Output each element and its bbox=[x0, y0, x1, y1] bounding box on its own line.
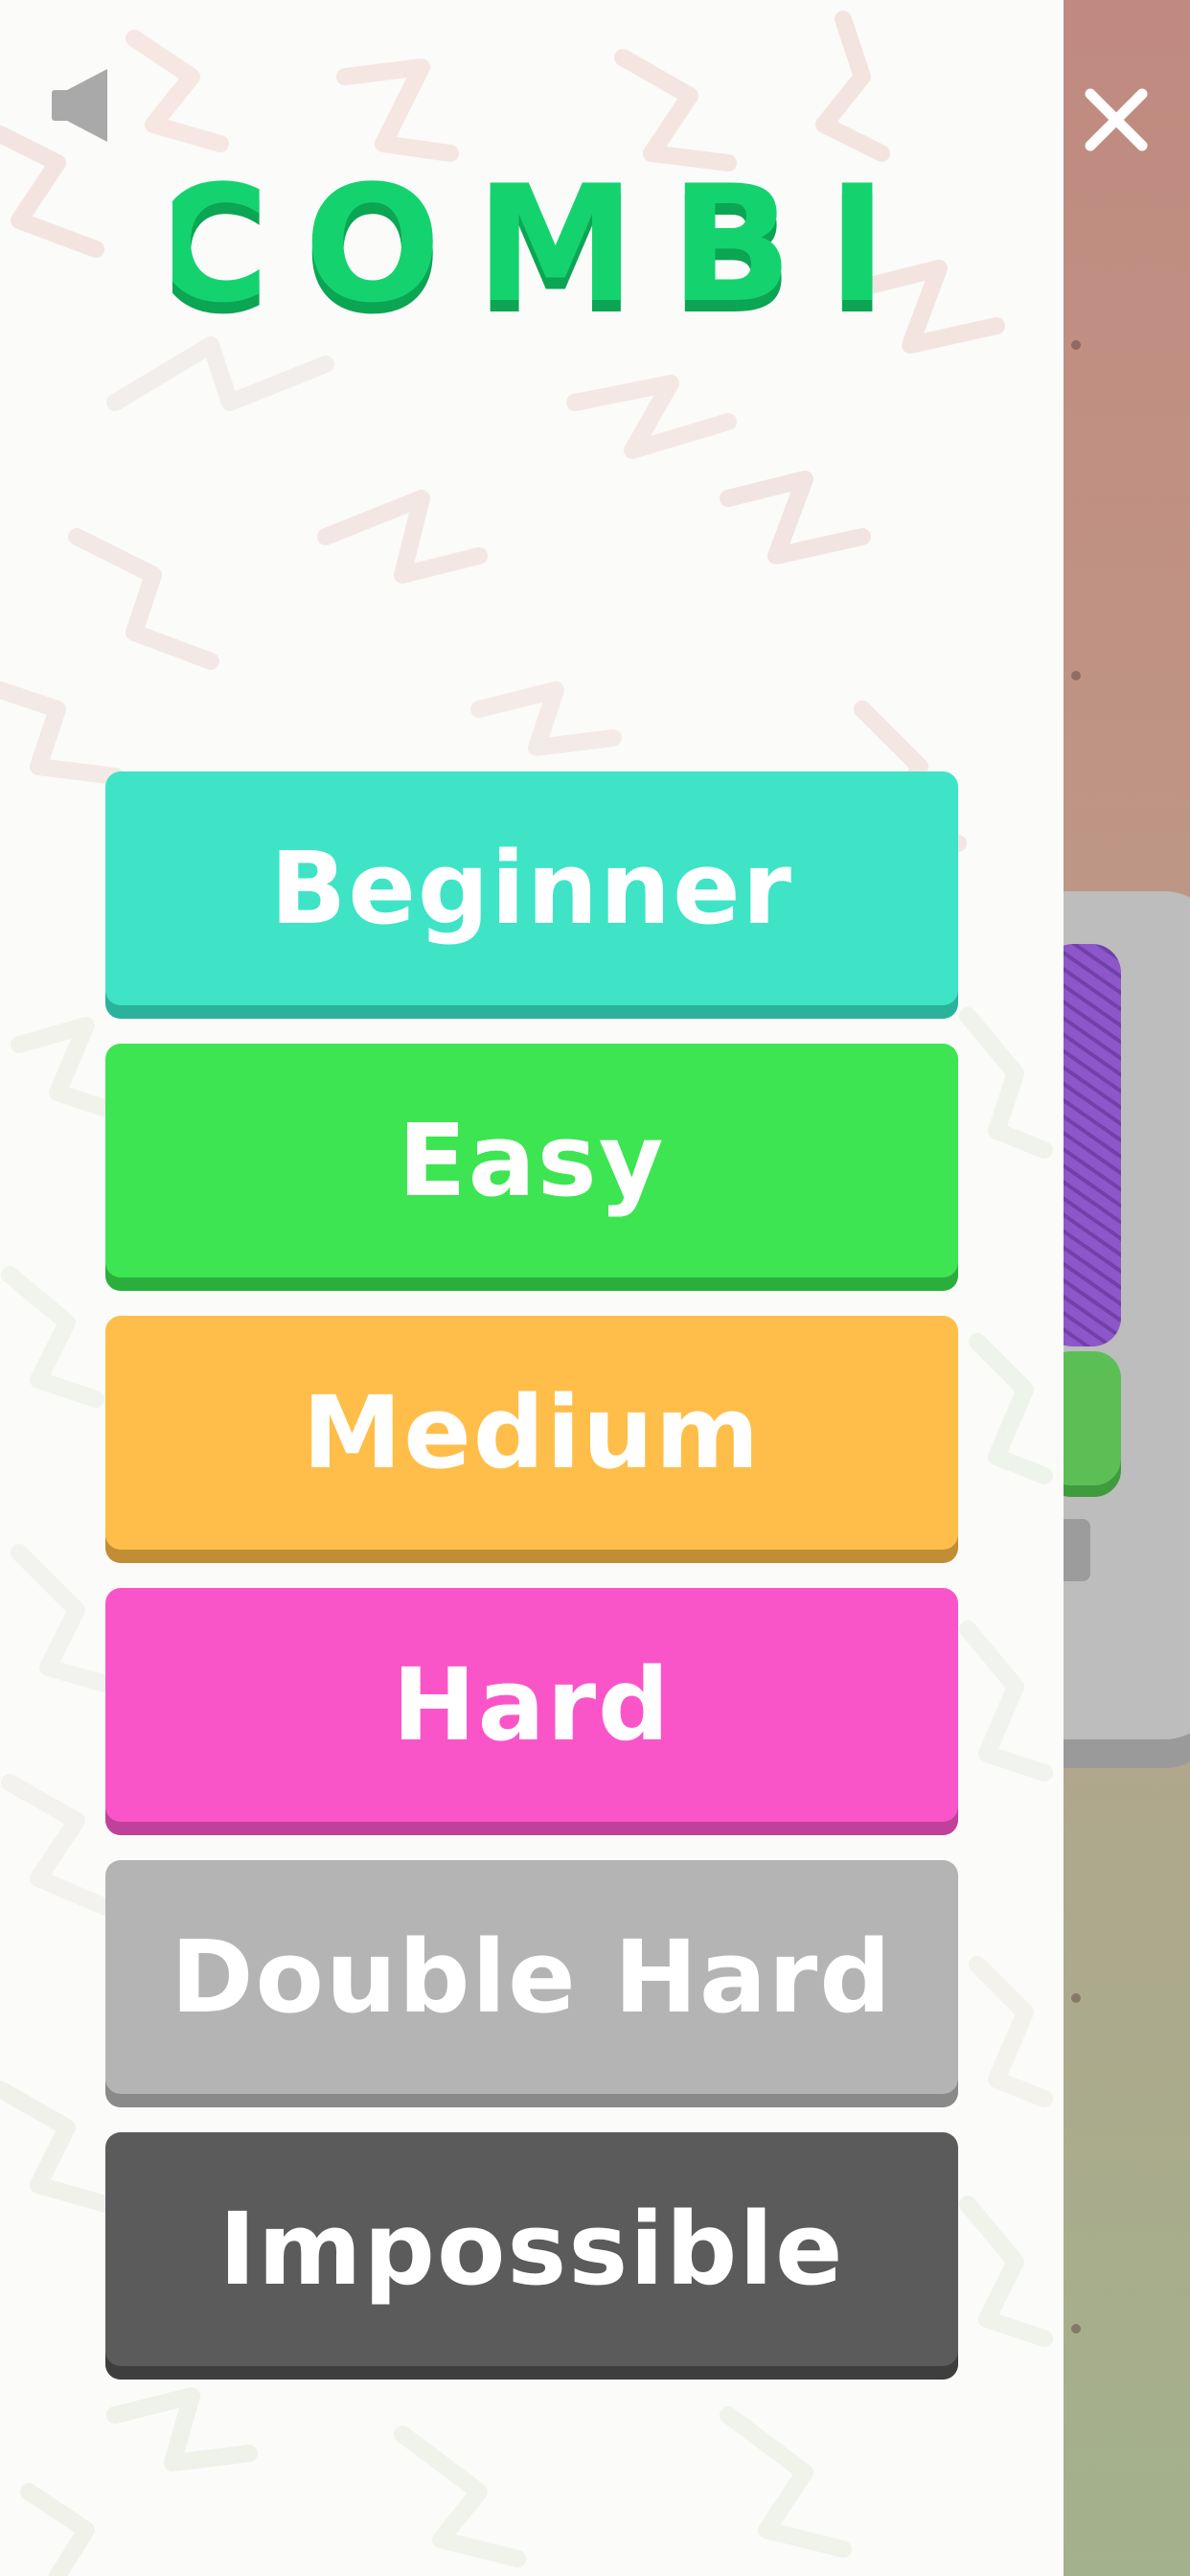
medium-button[interactable]: Medium bbox=[105, 1316, 958, 1563]
board-dot bbox=[1071, 1993, 1081, 2003]
beginner-button[interactable]: Beginner bbox=[105, 771, 958, 1019]
svg-text:COMBI: COMBI bbox=[172, 168, 901, 326]
level-menu: Beginner Easy Medium Hard Double Hard Im… bbox=[105, 771, 958, 2404]
impossible-button[interactable]: Impossible bbox=[105, 2132, 958, 2380]
speaker-icon[interactable] bbox=[50, 67, 113, 144]
board-dot bbox=[1071, 2324, 1081, 2334]
easy-button[interactable]: Easy bbox=[105, 1044, 958, 1291]
close-icon[interactable] bbox=[1083, 86, 1150, 153]
board-dot bbox=[1071, 671, 1081, 680]
hard-button[interactable]: Hard bbox=[105, 1588, 958, 1835]
level-select-panel: COMBI COMBI Beginner Easy Medium Hard Do… bbox=[0, 0, 1064, 2576]
combi-logo: COMBI COMBI bbox=[172, 168, 901, 326]
double-hard-button[interactable]: Double Hard bbox=[105, 1860, 958, 2107]
board-dot bbox=[1071, 340, 1081, 350]
